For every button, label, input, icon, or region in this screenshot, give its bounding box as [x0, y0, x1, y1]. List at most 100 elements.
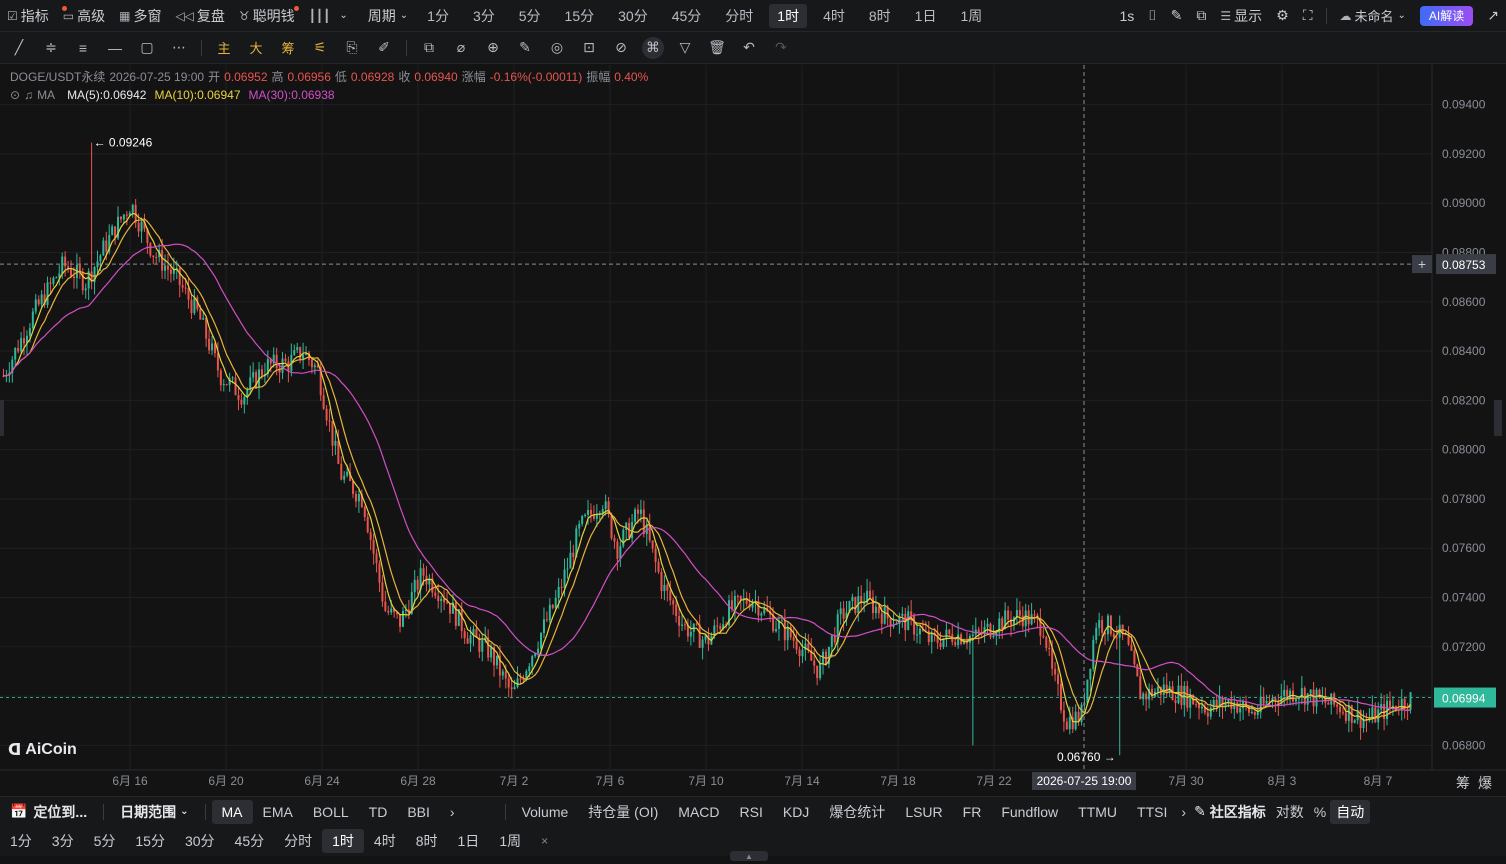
period-tab[interactable]: 1周 [948, 0, 994, 32]
undo-icon[interactable]: ↶ [733, 32, 765, 64]
period-tab[interactable]: 30分 [606, 0, 660, 32]
camera-icon[interactable]: ⌷ [1141, 0, 1163, 32]
pen-icon[interactable]: ✎ [509, 32, 541, 64]
community-indicators-button[interactable]: ✎ 社区指标 [1190, 800, 1270, 824]
hline-tool-icon[interactable]: — [99, 32, 131, 64]
period-tab[interactable]: 5分 [507, 0, 553, 32]
period-tab[interactable]: 1日 [903, 0, 949, 32]
sub-indicator-tab[interactable]: MACD [668, 800, 729, 824]
line-tool-icon[interactable]: ╱ [3, 32, 35, 64]
bottom-period-tab[interactable]: 30分 [175, 829, 225, 853]
chart-style-dropdown[interactable]: ┃┃┃ ⌄ [302, 0, 355, 32]
main-indicator-tab[interactable]: BOLL [303, 800, 359, 824]
bottom-period-tab[interactable]: 1日 [448, 829, 490, 853]
realtime-toggle[interactable]: 1s [1112, 0, 1141, 32]
period-dropdown[interactable]: 周期 ⌄ [361, 0, 415, 32]
candle-body [422, 568, 425, 576]
bottom-period-tab[interactable]: 1周 [489, 829, 531, 853]
layout-dropdown[interactable]: ☁ 未命名 ⌄ [1333, 0, 1413, 32]
bottom-period-tab[interactable]: 4时 [364, 829, 406, 853]
candle-body [111, 226, 114, 236]
sub-indicator-tab[interactable]: RSI [730, 800, 773, 824]
percent-scale-toggle[interactable]: % [1310, 800, 1330, 824]
sub-indicator-tab[interactable]: TTSI [1127, 800, 1177, 824]
candlestick-chart[interactable]: 0.094000.092000.090000.088000.086000.084… [0, 65, 1506, 795]
hide-drawings-icon[interactable]: ⊘ [605, 32, 637, 64]
locate-button[interactable]: 📅 定位到... [0, 800, 97, 824]
period-tab[interactable]: 8时 [857, 0, 903, 32]
bottom-period-tab[interactable]: 45分 [225, 829, 275, 853]
date-range-button[interactable]: 日期范围 ⌄ [110, 800, 198, 824]
lock-icon[interactable]: ⊡ [573, 32, 605, 64]
bottom-period-tab[interactable]: 1分 [0, 829, 42, 853]
replay-button[interactable]: ◁◁ 复盘 [168, 0, 231, 32]
sub-indicator-tab[interactable]: FR [953, 800, 992, 824]
sub-indicator-tab[interactable]: TTMU [1068, 800, 1127, 824]
redo-icon[interactable]: ↷ [765, 32, 797, 64]
bottom-period-tab[interactable]: 1时 [322, 829, 364, 853]
candle-body [211, 343, 214, 351]
sub-indicator-tab[interactable]: 爆仓统计 [819, 800, 895, 824]
bottom-period-tab[interactable]: 3分 [42, 829, 84, 853]
main-indicator-tab[interactable]: EMA [253, 800, 303, 824]
magnet-icon[interactable]: ⌘ [637, 32, 669, 64]
period-tab[interactable]: 3分 [461, 0, 507, 32]
period-tab[interactable]: 1分 [415, 0, 461, 32]
edit-icon[interactable]: ✎ [1164, 0, 1190, 32]
period-tab[interactable]: 45分 [660, 0, 714, 32]
ai-read-button[interactable]: AI解读 [1413, 0, 1480, 32]
trend-icon[interactable]: ↗ [1480, 0, 1506, 32]
period-tab[interactable]: 1时 [769, 3, 808, 28]
main-indicator-tab[interactable]: BBI [397, 800, 440, 824]
period-tab[interactable]: 15分 [553, 0, 607, 32]
sub-indicator-tab[interactable]: KDJ [773, 800, 819, 824]
chevron-right-icon[interactable]: › [440, 800, 465, 824]
sub-indicator-tab[interactable]: LSUR [895, 800, 952, 824]
log-scale-toggle[interactable]: 对数 [1270, 800, 1310, 824]
signal-icon[interactable]: ⚟ [304, 32, 336, 64]
more-tools-icon[interactable]: ⋯ [163, 32, 195, 64]
bottom-period-tab[interactable]: 分时 [274, 829, 322, 853]
drag-handle-icon[interactable]: ▲ [730, 851, 768, 861]
note-icon[interactable]: ⎘ [336, 32, 368, 64]
sub-indicator-tab[interactable]: 持仓量 (OI) [578, 800, 668, 824]
rect-tool-icon[interactable]: ▢ [131, 32, 163, 64]
sub-indicator-tab[interactable]: Fundflow [991, 800, 1068, 824]
candle-body [916, 634, 919, 636]
bell-icon[interactable]: ♫ [24, 86, 33, 104]
main-indicator-tab[interactable]: TD [359, 800, 398, 824]
brush-icon[interactable]: ✐ [368, 32, 400, 64]
trash-icon[interactable]: 🗑 [701, 32, 733, 64]
copy-icon[interactable]: ⧉ [413, 32, 445, 64]
zoom-in-icon[interactable]: ⊕ [477, 32, 509, 64]
settings-gear-icon[interactable]: ⚙ [1269, 0, 1296, 32]
popout-icon[interactable]: ⧉ [1189, 0, 1213, 32]
chevron-right-icon[interactable]: › [1177, 800, 1190, 824]
sub-indicator-tab[interactable]: Volume [512, 800, 579, 824]
ma-toggle-icon[interactable]: ⊙ [10, 86, 20, 104]
indicators-button[interactable]: ☑ 指标 [0, 0, 67, 32]
fullscreen-icon[interactable]: ⛶ [1296, 0, 1320, 32]
channel-tool-icon[interactable]: ≑ [35, 32, 67, 64]
eye-icon[interactable]: ◎ [541, 32, 573, 64]
filter-icon[interactable]: ▽ [669, 32, 701, 64]
change-value: -0.16%(-0.00011) [489, 70, 583, 84]
ruler-icon[interactable]: ⌀ [445, 32, 477, 64]
main-indicator-tab[interactable]: MA [211, 799, 253, 824]
period-tab[interactable]: 分时 [713, 0, 765, 32]
multi-window-button[interactable]: ▦ 多窗 [112, 0, 168, 32]
hlines-tool-icon[interactable]: ≡ [67, 32, 99, 64]
chips-button[interactable]: 筹 [272, 32, 304, 64]
close-icon[interactable]: × [531, 829, 558, 853]
candle-body [569, 552, 572, 569]
big-order-button[interactable]: 大 [240, 32, 272, 64]
display-button[interactable]: ☰ 显示 [1213, 0, 1269, 32]
advanced-button[interactable]: ▭ 高级 [56, 0, 112, 32]
period-tab[interactable]: 4时 [811, 0, 857, 32]
bottom-period-tab[interactable]: 8时 [406, 829, 448, 853]
bottom-period-tab[interactable]: 5分 [84, 829, 126, 853]
auto-scale-toggle[interactable]: 自动 [1330, 799, 1371, 824]
bottom-period-tab[interactable]: 15分 [125, 829, 175, 853]
main-chart-button[interactable]: 主 [208, 32, 240, 64]
smart-money-button[interactable]: ♉ 聪明钱 [232, 0, 302, 32]
